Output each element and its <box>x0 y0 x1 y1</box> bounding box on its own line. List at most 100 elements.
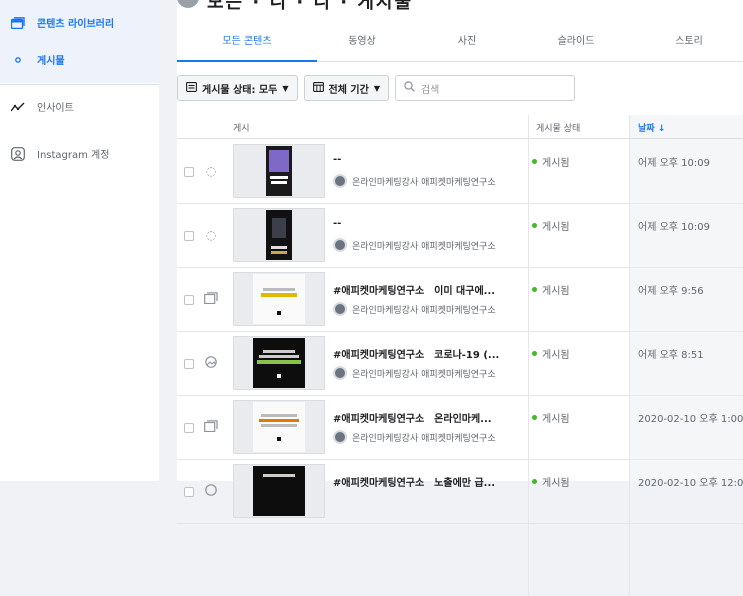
post-author: 온라인마케팅강사 애피켓마케팅연구소 <box>333 174 496 188</box>
content-tabs: 모든 콘텐츠 동영상 사진 슬라이드 스토리 <box>177 22 743 62</box>
post-title[interactable]: #애피켓마케팅연구소 이미 대구에... <box>333 282 513 297</box>
author-name: 온라인마케팅강사 애피켓마케팅연구소 <box>352 433 496 444</box>
avatar <box>333 302 347 316</box>
sidebar-item-instagram-account[interactable]: Instagram 계정 <box>0 146 109 161</box>
tab-all-content[interactable]: 모든 콘텐츠 <box>187 32 307 47</box>
column-header-date[interactable]: 날짜 ↓ <box>638 121 665 134</box>
published-dot-icon <box>532 479 537 484</box>
carousel-icon <box>203 420 219 434</box>
instagram-account-icon <box>9 146 27 161</box>
status-badge: 게시됨 <box>532 346 570 361</box>
post-author: 온라인마케팅강사 애피켓마케팅연구소 <box>333 366 496 380</box>
status-text: 게시됨 <box>542 414 570 425</box>
main-area: 모든 · 니 · 니 · 게시물 모든 콘텐츠 동영상 사진 슬라이드 스토리 … <box>159 0 743 596</box>
status-badge: 게시됨 <box>532 410 570 425</box>
content-library-icon <box>9 16 27 29</box>
author-name: 온라인마케팅강사 애피켓마케팅연구소 <box>352 241 496 252</box>
table-row[interactable]: ◌ -- 온라인마케팅강사 애피켓마케팅연구소 게시됨 어제 오후 10:09 <box>177 204 743 268</box>
status-text: 게시됨 <box>542 350 570 361</box>
search-placeholder: 검색 <box>420 84 440 96</box>
table-row[interactable]: #애피켓마케팅연구소 온라인마케... 온라인마케팅강사 애피켓마케팅연구소 게… <box>177 396 743 460</box>
post-author: 온라인마케팅강사 애피켓마케팅연구소 <box>333 238 496 252</box>
table-row[interactable]: ◌ -- 온라인마케팅강사 애피켓마케팅연구소 게시됨 어제 오후 10:09 <box>177 140 743 204</box>
published-dot-icon <box>532 415 537 420</box>
insights-icon <box>9 102 27 112</box>
story-icon: ◌ <box>205 164 217 178</box>
published-dot-icon <box>532 223 537 228</box>
caret-down-icon: ▼ <box>282 83 289 93</box>
status-badge: 게시됨 <box>532 154 570 169</box>
post-title[interactable]: #애피켓마케팅연구소 코로나-19 (... <box>333 346 513 361</box>
filter-bar: 게시물 상태: 모두 ▼ 전체 기간 ▼ 검색 <box>177 75 575 101</box>
post-thumbnail[interactable] <box>233 144 325 198</box>
sidebar-item-label: 콘텐츠 라이브러리 <box>37 19 115 30</box>
post-title[interactable]: -- <box>333 218 513 229</box>
row-checkbox[interactable] <box>184 231 194 241</box>
sidebar-item-insights[interactable]: 인사이트 <box>0 99 74 114</box>
status-text: 게시됨 <box>542 286 570 297</box>
sidebar-item-content-library[interactable]: 콘텐츠 라이브러리 <box>0 15 114 30</box>
table-row[interactable]: #애피켓마케팅연구소 이미 대구에... 온라인마케팅강사 애피켓마케팅연구소 … <box>177 268 743 332</box>
page-title: 모든 · 니 · 니 · 게시물 <box>207 0 414 13</box>
sidebar-item-label: 게시물 <box>37 56 65 67</box>
sidebar-selected-section <box>0 0 159 83</box>
post-author: 온라인마케팅강사 애피켓마케팅연구소 <box>333 302 496 316</box>
post-thumbnail[interactable] <box>233 400 325 454</box>
avatar <box>333 238 347 252</box>
post-thumbnail[interactable] <box>233 336 325 390</box>
avatar <box>333 430 347 444</box>
sidebar-item-posts[interactable]: 게시물 <box>0 52 65 67</box>
row-checkbox[interactable] <box>184 423 194 433</box>
sidebar: 콘텐츠 라이브러리 게시물 인사이트 Instagram 계정 <box>0 0 159 481</box>
tab-videos[interactable]: 동영상 <box>302 32 422 47</box>
row-checkbox[interactable] <box>184 359 194 369</box>
table-row[interactable]: #애피켓마케팅연구소 코로나-19 (... 온라인마케팅강사 애피켓마케팅연구… <box>177 332 743 396</box>
column-header-post[interactable]: 게시 <box>233 121 250 134</box>
page-avatar <box>177 0 199 8</box>
caret-down-icon: ▼ <box>373 83 380 93</box>
published-dot-icon <box>532 287 537 292</box>
table-row[interactable]: #애피켓마케팅연구소 노출에만 급... 게시됨 2020-02-10 오후 1… <box>177 460 743 524</box>
published-dot-icon <box>532 351 537 356</box>
row-checkbox[interactable] <box>184 487 194 497</box>
carousel-icon <box>203 292 219 306</box>
table-header: 게시 게시물 상태 날짜 ↓ <box>177 115 743 139</box>
post-date: 어제 오후 10:09 <box>638 222 710 233</box>
date-range-filter[interactable]: 전체 기간 ▼ <box>303 75 389 101</box>
list-icon <box>186 81 197 95</box>
photo-icon <box>203 356 219 370</box>
post-status-filter[interactable]: 게시물 상태: 모두 ▼ <box>177 75 298 101</box>
tab-photos[interactable]: 사진 <box>407 32 527 47</box>
published-dot-icon <box>532 159 537 164</box>
post-thumbnail[interactable] <box>233 272 325 326</box>
row-checkbox[interactable] <box>184 295 194 305</box>
post-title[interactable]: #애피켓마케팅연구소 온라인마케... <box>333 410 513 425</box>
sidebar-item-label: 인사이트 <box>37 103 74 114</box>
content-card: 모든 · 니 · 니 · 게시물 모든 콘텐츠 동영상 사진 슬라이드 스토리 … <box>177 0 743 596</box>
post-title[interactable]: -- <box>333 154 513 165</box>
column-header-status[interactable]: 게시물 상태 <box>536 121 580 134</box>
post-date: 2020-02-10 오후 1:00 <box>638 414 743 425</box>
sidebar-divider <box>0 84 159 85</box>
author-name: 온라인마케팅강사 애피켓마케팅연구소 <box>352 305 496 316</box>
post-date: 어제 오후 8:51 <box>638 350 704 361</box>
row-checkbox[interactable] <box>184 167 194 177</box>
calendar-icon <box>312 81 324 95</box>
status-badge: 게시됨 <box>532 282 570 297</box>
post-title[interactable]: #애피켓마케팅연구소 노출에만 급... <box>333 474 513 489</box>
post-date: 어제 오후 10:09 <box>638 158 710 169</box>
sidebar-item-label: Instagram 계정 <box>37 150 110 161</box>
search-icon <box>404 81 415 95</box>
bullet-icon <box>9 56 27 63</box>
photo-icon <box>203 484 219 498</box>
avatar <box>333 366 347 380</box>
tab-stories[interactable]: 스토리 <box>629 32 743 47</box>
author-name: 온라인마케팅강사 애피켓마케팅연구소 <box>352 369 496 380</box>
post-thumbnail[interactable] <box>233 208 325 262</box>
tab-carousel[interactable]: 슬라이드 <box>516 32 636 47</box>
status-text: 게시됨 <box>542 222 570 233</box>
post-thumbnail[interactable] <box>233 464 325 518</box>
search-input[interactable]: 검색 <box>394 75 575 101</box>
status-text: 게시됨 <box>542 158 570 169</box>
post-author: 온라인마케팅강사 애피켓마케팅연구소 <box>333 430 496 444</box>
